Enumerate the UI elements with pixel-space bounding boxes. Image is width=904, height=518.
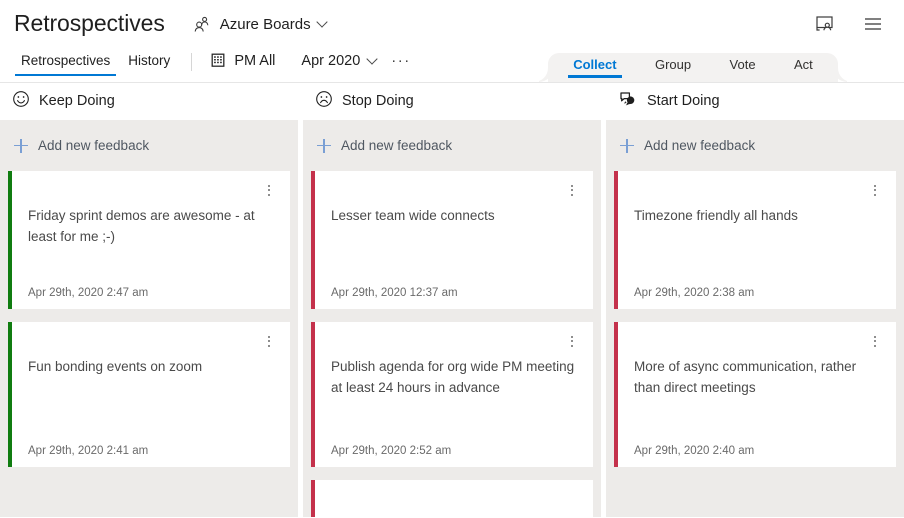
people-team-icon	[191, 13, 213, 35]
feedback-card[interactable]: More of async communication, rather than…	[614, 322, 896, 467]
present-mode-icon[interactable]	[814, 13, 836, 35]
tab-history-label: History	[128, 53, 170, 68]
feedback-card[interactable]: Fun bonding events on zoom Apr 29th, 202…	[8, 322, 290, 467]
card-text: More of async communication, rather than…	[634, 356, 882, 438]
add-feedback-label: Add new feedback	[341, 138, 452, 153]
header-actions	[814, 13, 890, 35]
column-keep-doing: Keep Doing Add new feedback Friday sprin…	[0, 83, 298, 517]
column-header-stop-doing: Stop Doing	[303, 83, 601, 120]
column-title-keep-doing: Keep Doing	[39, 94, 115, 109]
card-menu-icon[interactable]	[868, 182, 882, 198]
card-toolbar	[331, 182, 579, 197]
card-toolbar	[331, 333, 579, 348]
card-accent-bar	[614, 322, 618, 467]
plus-icon	[620, 139, 634, 153]
chat-bubbles-icon	[618, 90, 638, 113]
workflow-tab-group-label: Group	[655, 57, 691, 72]
command-bar: Retrospectives History	[0, 48, 904, 83]
add-feedback-stop-doing[interactable]: Add new feedback	[311, 120, 593, 171]
workflow-tabs: Collect Group Vote Act	[548, 53, 838, 82]
column-header-start-doing: Start Doing	[606, 83, 904, 120]
column-title-stop-doing: Stop Doing	[342, 94, 414, 109]
card-timestamp: Apr 29th, 2020 12:37 am	[331, 288, 579, 300]
iteration-label: Apr 2020	[301, 54, 360, 69]
column-body-keep-doing: Add new feedback Friday sprint demos are…	[0, 120, 298, 517]
add-feedback-keep-doing[interactable]: Add new feedback	[8, 120, 290, 171]
tab-history[interactable]: History	[119, 54, 179, 76]
card-timestamp: Apr 29th, 2020 2:47 am	[28, 288, 276, 300]
workflow-tab-collect-label: Collect	[573, 57, 616, 72]
column-start-doing: Start Doing Add new feedback Timezone fr…	[606, 83, 904, 517]
card-toolbar	[28, 182, 276, 197]
team-picker[interactable]: Azure Boards	[187, 9, 331, 39]
board-selector[interactable]: PM All	[204, 52, 281, 79]
more-options-button[interactable]: ···	[383, 53, 419, 77]
card-menu-icon[interactable]	[565, 182, 579, 198]
card-timestamp: Apr 29th, 2020 2:41 am	[28, 446, 276, 458]
command-bar-left: Retrospectives History	[0, 48, 419, 82]
column-stop-doing: Stop Doing Add new feedback Lesser team …	[303, 83, 601, 517]
card-text: Lesser team wide connects	[331, 205, 579, 280]
card-accent-bar	[614, 171, 618, 309]
card-text: Friday sprint demos are awesome - at lea…	[28, 205, 276, 280]
column-body-stop-doing: Add new feedback Lesser team wide connec…	[303, 120, 601, 517]
card-accent-bar	[311, 171, 315, 309]
column-body-start-doing: Add new feedback Timezone friendly all h…	[606, 120, 904, 517]
hamburger-menu-icon[interactable]	[862, 13, 884, 35]
retrospective-board: Keep Doing Add new feedback Friday sprin…	[0, 83, 904, 517]
workflow-tab-collect[interactable]: Collect	[571, 58, 618, 78]
retrospectives-app: Retrospectives Azure Boards	[0, 0, 904, 518]
workflow-tab-vote-label: Vote	[730, 57, 756, 72]
card-timestamp: Apr 29th, 2020 2:40 am	[634, 446, 882, 458]
card-timestamp: Apr 29th, 2020 2:52 am	[331, 446, 579, 458]
workflow-tab-act-label: Act	[794, 57, 813, 72]
feedback-card[interactable]: Lesser team wide connects Apr 29th, 2020…	[311, 171, 593, 309]
board-name-label: PM All	[234, 54, 275, 69]
card-text: Timezone friendly all hands	[634, 205, 882, 280]
column-title-start-doing: Start Doing	[647, 94, 720, 109]
card-timestamp: Apr 29th, 2020 2:38 am	[634, 288, 882, 300]
card-toolbar	[28, 333, 276, 348]
feedback-card[interactable]: Friday sprint demos are awesome - at lea…	[8, 171, 290, 309]
card-accent-bar	[8, 322, 12, 467]
workflow-tab-act[interactable]: Act	[792, 58, 815, 78]
chevron-down-icon	[318, 18, 327, 27]
smiley-happy-icon	[12, 90, 30, 113]
workflow-tab-vote[interactable]: Vote	[728, 58, 758, 78]
page-title: Retrospectives	[14, 12, 165, 37]
tab-retrospectives[interactable]: Retrospectives	[12, 54, 119, 76]
card-accent-bar	[311, 322, 315, 467]
add-feedback-start-doing[interactable]: Add new feedback	[614, 120, 896, 171]
card-menu-icon[interactable]	[262, 182, 276, 198]
chevron-down-icon	[368, 55, 377, 64]
organization-icon	[210, 52, 226, 72]
app-header: Retrospectives Azure Boards	[0, 0, 904, 48]
iteration-selector[interactable]: Apr 2020	[295, 54, 383, 76]
card-menu-icon[interactable]	[262, 333, 276, 349]
plus-icon	[317, 139, 331, 153]
card-accent-bar	[8, 171, 12, 309]
card-menu-icon[interactable]	[868, 333, 882, 349]
feedback-card[interactable]: Timezone friendly all hands Apr 29th, 20…	[614, 171, 896, 309]
team-picker-label: Azure Boards	[220, 16, 311, 33]
card-menu-icon[interactable]	[565, 333, 579, 349]
add-feedback-label: Add new feedback	[644, 138, 755, 153]
card-text: Fun bonding events on zoom	[28, 356, 276, 438]
add-feedback-label: Add new feedback	[38, 138, 149, 153]
card-toolbar	[634, 333, 882, 348]
feedback-card-partial[interactable]	[311, 480, 593, 517]
card-text: Publish agenda for org wide PM meeting a…	[331, 356, 579, 438]
tab-retrospectives-label: Retrospectives	[21, 53, 110, 68]
card-accent-bar	[311, 480, 315, 517]
plus-icon	[14, 139, 28, 153]
workflow-tab-group[interactable]: Group	[653, 58, 693, 78]
column-header-keep-doing: Keep Doing	[0, 83, 298, 120]
card-toolbar	[634, 182, 882, 197]
command-bar-divider	[191, 53, 192, 71]
smiley-sad-icon	[315, 90, 333, 113]
feedback-card[interactable]: Publish agenda for org wide PM meeting a…	[311, 322, 593, 467]
